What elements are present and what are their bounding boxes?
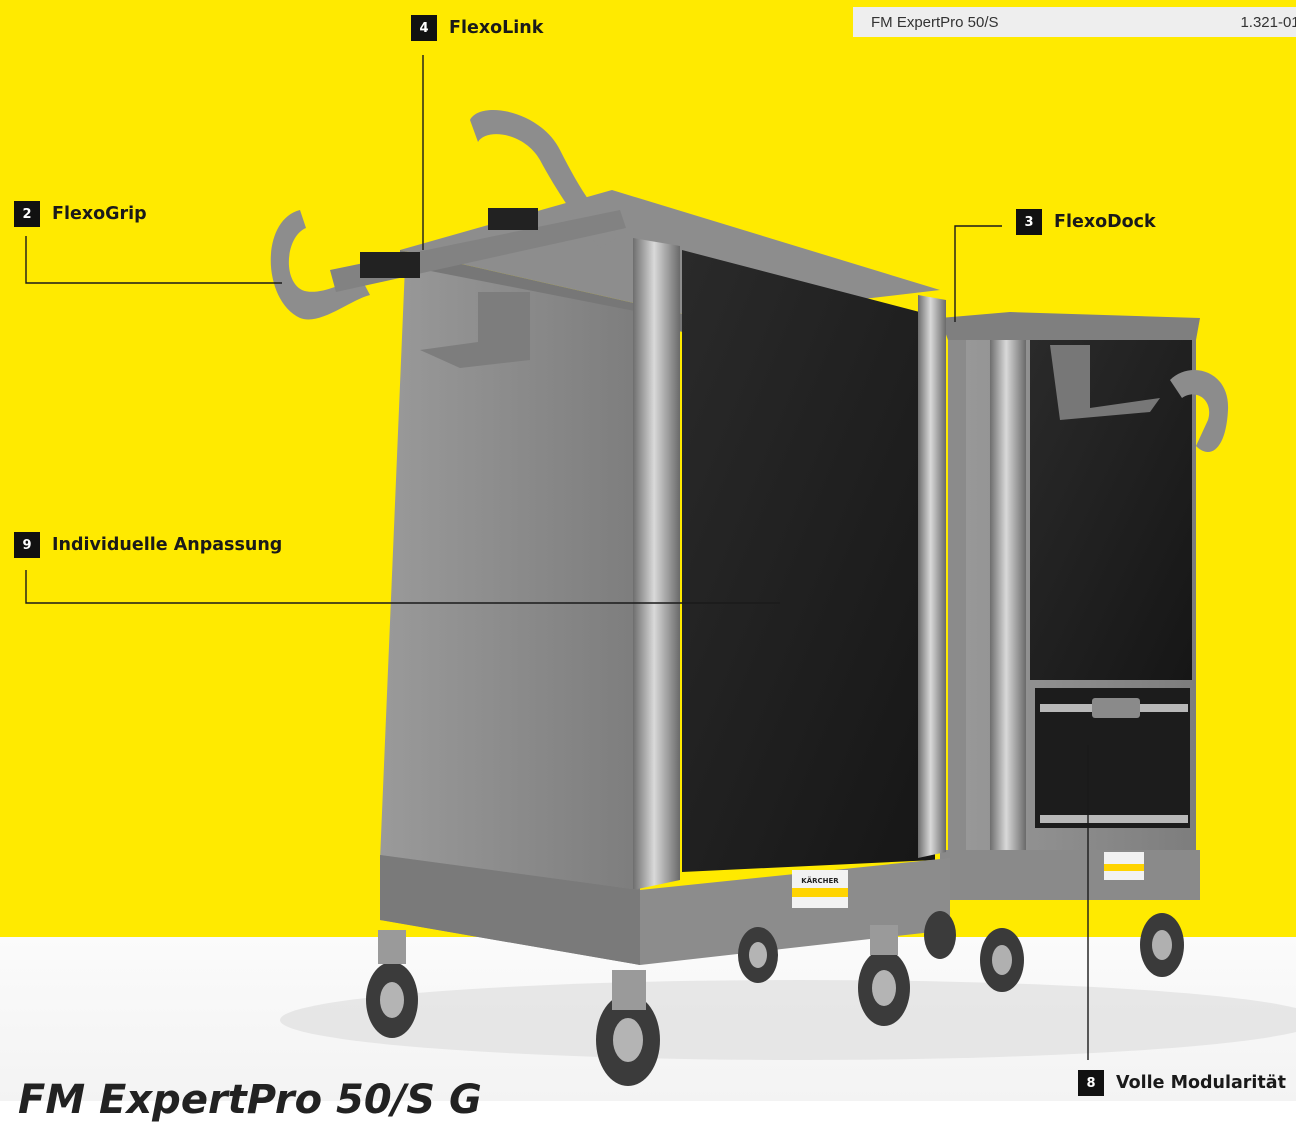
callout-modularitaet: 8 Volle Modularität	[1078, 1070, 1286, 1096]
callout-flexogrip: 2 FlexoGrip	[14, 201, 147, 227]
callout-label: Individuelle Anpassung	[52, 535, 283, 555]
page-title: FM ExpertPro 50/S G	[18, 1077, 482, 1123]
callout-number-badge: 2	[14, 201, 40, 227]
callout-number-badge: 4	[411, 15, 437, 41]
callout-number-badge: 8	[1078, 1070, 1104, 1096]
callout-label: Volle Modularität	[1116, 1073, 1286, 1093]
rear-cart	[940, 312, 1229, 992]
callout-flexolink: 4 FlexoLink	[411, 15, 543, 41]
callout-number-badge: 3	[1016, 209, 1042, 235]
callout-label: FlexoLink	[449, 18, 544, 38]
leader-line-flexogrip	[25, 236, 282, 284]
callout-label: FlexoGrip	[52, 204, 147, 224]
callout-label: FlexoDock	[1054, 212, 1156, 232]
callout-anpassung: 9 Individuelle Anpassung	[14, 532, 282, 558]
front-cart: KÄRCHER	[270, 110, 956, 1086]
callout-flexodock: 3 FlexoDock	[1016, 209, 1156, 235]
leader-line-flexodock	[954, 225, 1002, 322]
callout-number-badge: 9	[14, 532, 40, 558]
brand-badge-text: KÄRCHER	[801, 876, 839, 885]
